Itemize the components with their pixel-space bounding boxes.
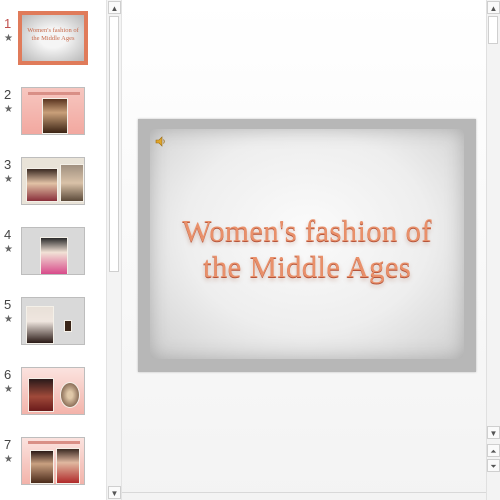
slide-thumbnail-row-7[interactable]: 7 ★	[0, 435, 106, 495]
animation-star-icon: ★	[4, 314, 13, 325]
portrait-image	[30, 450, 54, 484]
speaker-icon[interactable]	[155, 136, 167, 147]
portrait-image	[28, 378, 54, 412]
portrait-image	[26, 306, 54, 344]
slide-thumbnail-4[interactable]	[21, 227, 85, 275]
slide-number: 4	[4, 227, 12, 242]
thumbnail-text-line	[28, 441, 80, 444]
slide-title-line2: the Middle Ages	[203, 249, 411, 284]
slide-thumbnail-row-6[interactable]: 6 ★	[0, 365, 106, 425]
scrollbar-thumb[interactable]	[109, 16, 119, 272]
slide-title[interactable]: Women's fashion of the Middle Ages	[150, 213, 464, 285]
portrait-image	[60, 164, 84, 202]
scroll-up-icon[interactable]: ▲	[487, 1, 500, 14]
animation-star-icon: ★	[4, 33, 13, 44]
slide-thumbnail-row-5[interactable]: 5 ★	[0, 295, 106, 355]
scroll-down-icon[interactable]: ▼	[487, 426, 500, 439]
thumbnail-title-line1: Women's fashion of	[27, 27, 79, 34]
slide-number: 1	[4, 16, 12, 31]
portrait-image	[40, 237, 68, 274]
animation-star-icon: ★	[4, 174, 13, 185]
slide-thumbnail-row-3[interactable]: 3 ★	[0, 155, 106, 215]
next-slide-icon[interactable]: ⏷	[487, 459, 500, 472]
slide-thumbnail-2[interactable]	[21, 87, 85, 135]
portrait-image	[56, 448, 80, 484]
animation-star-icon: ★	[4, 384, 13, 395]
slide-thumbnail-6[interactable]	[21, 367, 85, 415]
slide-thumbnail-1[interactable]: Women's fashion of the Middle Ages	[18, 11, 88, 65]
slide-title-line1: Women's fashion of	[182, 213, 432, 248]
portrait-image	[42, 98, 68, 134]
scrollbar-thumb[interactable]	[488, 16, 498, 44]
scroll-up-icon[interactable]: ▲	[108, 1, 121, 14]
slide-thumbnail-5[interactable]	[21, 297, 85, 345]
slide-thumbnail-pane: 1 ★ Women's fashion of the Middle Ages 2…	[0, 0, 106, 500]
slide-number: 3	[4, 157, 12, 172]
slide-thumbnail-row-4[interactable]: 4 ★	[0, 225, 106, 285]
slide-thumbnail-7[interactable]	[21, 437, 85, 485]
slide-paper-background: Women's fashion of the Middle Ages	[150, 129, 464, 359]
thumbnail-title-line2: the Middle Ages	[31, 35, 75, 42]
slide-editing-area: Women's fashion of the Middle Ages	[122, 0, 486, 500]
slide-thumbnail-row-2[interactable]: 2 ★	[0, 85, 106, 145]
slide-number: 7	[4, 437, 12, 452]
small-image	[64, 320, 72, 332]
slide-canvas[interactable]: Women's fashion of the Middle Ages	[138, 119, 476, 372]
scroll-down-icon[interactable]: ▼	[108, 486, 121, 499]
thumbnail-scrollbar[interactable]: ▲ ▼	[106, 0, 122, 500]
main-scrollbar[interactable]: ▲ ▼ ⏶ ⏷	[486, 0, 500, 500]
slide-number: 6	[4, 367, 12, 382]
slide-number: 5	[4, 297, 12, 312]
thumbnail-text-line	[28, 92, 80, 95]
animation-star-icon: ★	[4, 244, 13, 255]
animation-star-icon: ★	[4, 104, 13, 115]
portrait-image	[60, 382, 80, 408]
previous-slide-icon[interactable]: ⏶	[487, 444, 500, 457]
slide-number: 2	[4, 87, 12, 102]
slide-thumbnail-row-1[interactable]: 1 ★ Women's fashion of the Middle Ages	[0, 11, 106, 74]
animation-star-icon: ★	[4, 454, 13, 465]
portrait-image	[26, 168, 58, 202]
thumbnail-title: Women's fashion of the Middle Ages	[26, 27, 80, 43]
divider	[122, 492, 486, 493]
slide-thumbnail-3[interactable]	[21, 157, 85, 205]
